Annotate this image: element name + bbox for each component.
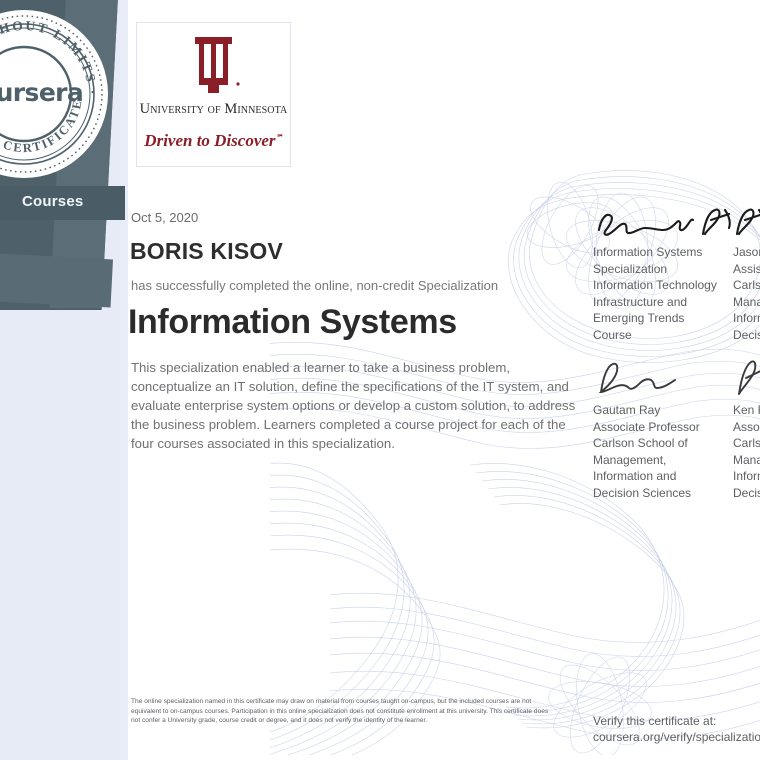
service-mark-icon: ℠: [275, 133, 283, 142]
signature-ink-icon: [733, 200, 760, 244]
university-logo-card: University of Minnesota Driven to Discov…: [136, 22, 291, 167]
svg-text:coursera: coursera: [0, 78, 83, 107]
issue-date: Oct 5, 2020: [131, 210, 199, 225]
signature-block: Jason Assist Carlso Mana Inform Decisi: [733, 200, 760, 344]
signature-caption: Gautam Ray Associate Professor Carlson S…: [593, 403, 700, 500]
signature-block: Gautam Ray Associate Professor Carlson S…: [593, 358, 743, 502]
certificate-page: WITHOUT LIMITS · TION CERTIFICATE · cour…: [0, 0, 760, 760]
signature-block: Information Systems Specialization Infor…: [593, 200, 743, 344]
specialization-title: Information Systems: [128, 303, 457, 341]
sidebar-course-item[interactable]: cture and rends: [0, 401, 124, 429]
sidebar-panel-footer-wedge: [0, 250, 114, 308]
signature-caption: Jason Assist Carlso Mana Inform Decisi: [733, 245, 760, 342]
signature-caption: Ken R Assoc Carlso Mana Inform Decisi: [733, 403, 760, 500]
recipient-name: BORIS KISOV: [130, 238, 284, 264]
sidebar-course-list: nance r Business Systems cture and rends: [0, 320, 124, 442]
signature-caption: Information Systems Specialization Infor…: [593, 245, 717, 342]
block-m-icon: [181, 33, 247, 102]
sidebar-course-item[interactable]: Systems: [0, 374, 124, 388]
university-tagline-text: Driven to Discover: [144, 131, 276, 150]
courses-band-label: Courses: [22, 193, 84, 210]
completion-statement: has successfully completed the online, n…: [131, 278, 499, 293]
signature-block: Ken R Assoc Carlso Mana Inform Decisi: [733, 358, 760, 502]
coursera-seal-icon: WITHOUT LIMITS · TION CERTIFICATE · cour…: [0, 8, 110, 180]
verification-url[interactable]: Verify this certificate at: coursera.org…: [593, 713, 760, 745]
specialization-description: This specialization enabled a learner to…: [131, 360, 576, 451]
university-name: University of Minnesota: [139, 101, 288, 117]
signature-ink-icon: [733, 358, 760, 402]
legal-disclaimer: The online specialization named in this …: [131, 698, 549, 725]
signature-ink-icon: [593, 358, 743, 402]
sidebar-course-item[interactable]: r Business: [0, 347, 124, 361]
sidebar-course-item[interactable]: nance: [0, 320, 124, 334]
signature-ink-icon: [593, 200, 743, 244]
university-tagline: Driven to Discover℠: [137, 131, 290, 151]
